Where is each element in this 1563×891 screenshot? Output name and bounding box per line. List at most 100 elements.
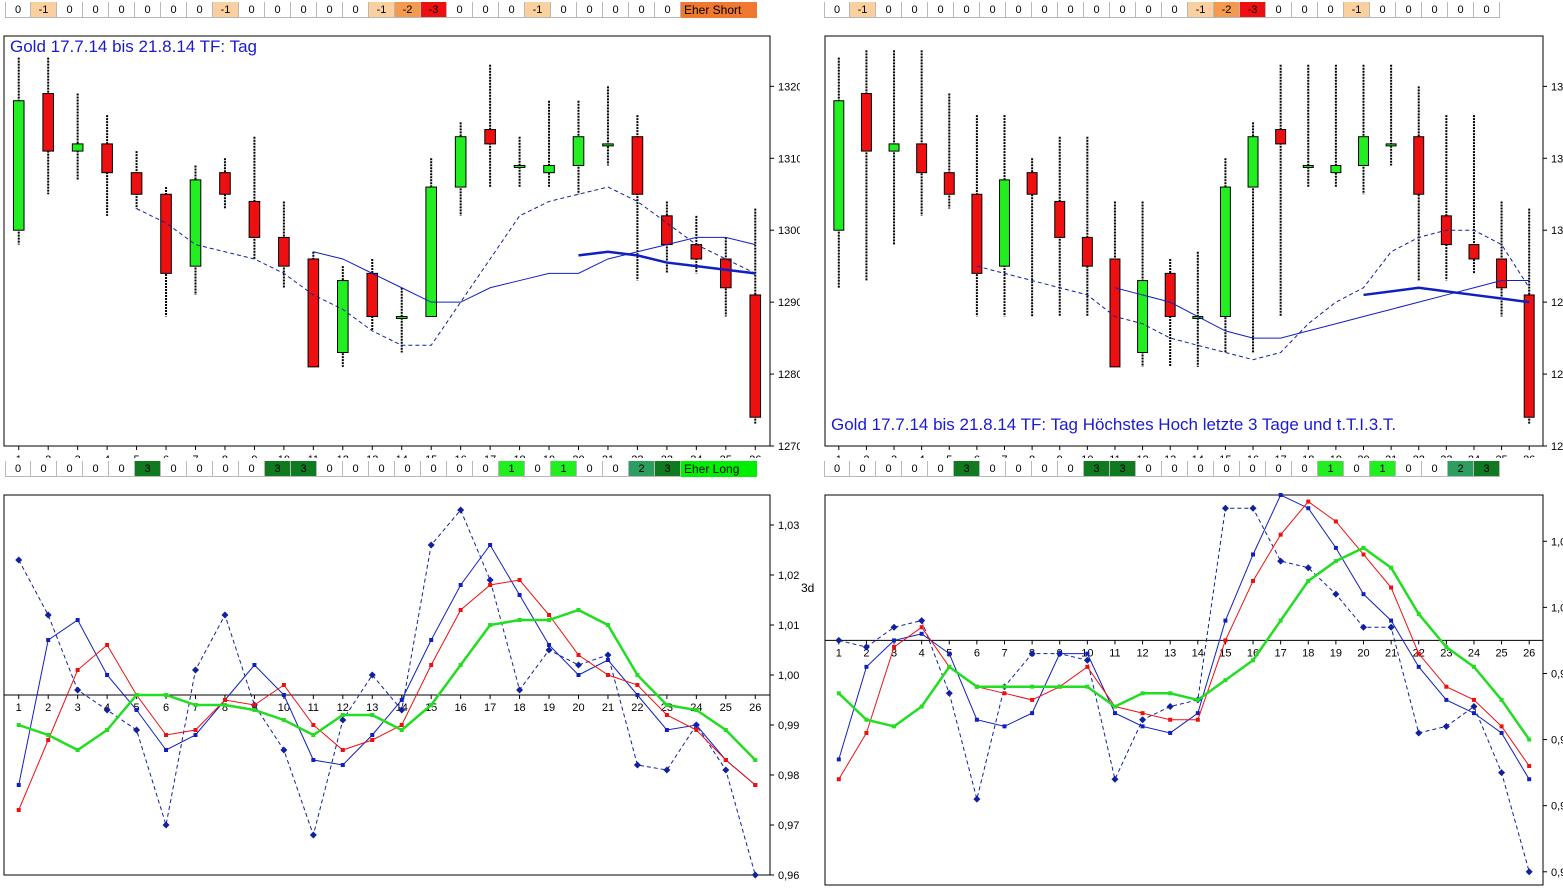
- y-tick-label: 1290: [778, 297, 800, 309]
- signal-cell: 0: [603, 461, 629, 477]
- x-tick-label: 14: [1192, 647, 1204, 659]
- series-point-3: [1002, 684, 1007, 689]
- series-point-3: [16, 723, 21, 727]
- candle-body: [943, 172, 955, 195]
- series-point-2: [1333, 519, 1338, 524]
- signal-row-mid-right: 00000300003300000001010023: [824, 461, 1500, 478]
- signal-cell: 0: [317, 461, 343, 477]
- candle-chart-left: 1270128012901300131013201234567891011121…: [3, 35, 800, 458]
- candle-body: [42, 93, 54, 152]
- y-tick-label: 1290: [1551, 297, 1563, 309]
- x-tick-label: 7: [1001, 454, 1007, 458]
- signal-cell: 0: [629, 2, 655, 18]
- x-tick-label: 4: [104, 454, 110, 458]
- candle-body: [749, 294, 762, 418]
- series-point-2: [1223, 638, 1228, 643]
- x-tick-label: 13: [366, 702, 378, 714]
- candle-body: [1026, 172, 1038, 195]
- candle-body: [513, 164, 526, 168]
- series-point-3: [517, 618, 522, 622]
- signal-cell: 0: [291, 2, 317, 18]
- series-point-3: [892, 724, 897, 729]
- x-tick-label: 26: [749, 454, 761, 458]
- series-point-1: [1499, 730, 1504, 735]
- candle-body: [1219, 186, 1231, 318]
- candle-body: [307, 258, 320, 368]
- candle-body: [1413, 136, 1425, 195]
- series-point-3: [1112, 704, 1117, 709]
- series-point-3: [370, 713, 375, 717]
- candle-body: [71, 143, 84, 152]
- signal-cell: 0: [1266, 461, 1292, 477]
- candle-body: [1330, 164, 1342, 174]
- x-tick-label: 11: [1109, 647, 1120, 659]
- x-tick-label: 25: [720, 454, 732, 458]
- x-tick-label: 25: [1495, 647, 1507, 659]
- x-tick-label: 26: [1523, 454, 1535, 458]
- y-tick-label: 0,962: [778, 870, 800, 882]
- x-tick-label: 20: [572, 702, 584, 714]
- signal-cell: 0: [1422, 2, 1448, 18]
- series-point-2: [252, 703, 257, 707]
- series-point-2: [311, 723, 316, 727]
- x-tick-label: 2: [863, 454, 869, 458]
- signal-cell: 0: [473, 2, 499, 18]
- x-tick-label: 12: [337, 702, 349, 714]
- series-point-1: [1306, 506, 1311, 511]
- x-tick-label: 10: [1081, 454, 1093, 458]
- series-point-2: [46, 738, 51, 742]
- signal-cell: 2: [1448, 461, 1474, 477]
- y-tick-label: 1280: [1551, 369, 1563, 381]
- series-point-2: [193, 728, 198, 732]
- series-point-2: [576, 653, 581, 657]
- signal-cell: -1: [369, 2, 395, 18]
- x-tick-label: 1: [836, 647, 842, 659]
- signal-cell: -2: [1214, 2, 1240, 18]
- signal-cell: 3: [265, 461, 291, 477]
- signal-cell: 1: [1370, 461, 1396, 477]
- signal-cell: 0: [447, 2, 473, 18]
- signal-cell: 0: [161, 2, 187, 18]
- series-point-1: [1030, 711, 1035, 716]
- signal-cell: 0: [928, 2, 954, 18]
- signal-cell: 0: [447, 461, 473, 477]
- series-point-3: [664, 703, 669, 707]
- series-point-2: [1306, 499, 1311, 504]
- series-point-2: [340, 748, 345, 752]
- x-tick-label: 15: [1219, 454, 1231, 458]
- x-tick-label: 9: [251, 454, 257, 458]
- series-point-3: [1389, 565, 1394, 570]
- signal-cell: 0: [1058, 2, 1084, 18]
- x-tick-label: 7: [192, 454, 198, 458]
- series-point-1: [311, 758, 316, 762]
- series-point-2: [694, 728, 699, 732]
- signal-label: Eher Long: [681, 461, 757, 477]
- series-point-2: [75, 668, 80, 672]
- signal-cell: 0: [317, 2, 343, 18]
- series-point-3: [458, 663, 463, 667]
- series-point-3: [1361, 545, 1366, 550]
- x-tick-label: 7: [1001, 647, 1007, 659]
- signal-cell: 3: [135, 461, 161, 477]
- x-tick-label: 22: [1413, 454, 1425, 458]
- candle-body: [602, 143, 614, 147]
- x-tick-label: 25: [720, 702, 732, 714]
- signal-cell: -1: [1188, 2, 1214, 18]
- signal-cell: 0: [655, 2, 681, 18]
- x-tick-label: 21: [602, 454, 614, 458]
- series-point-3: [75, 748, 80, 752]
- x-tick-label: 19: [1330, 454, 1342, 458]
- signal-cell: 0: [83, 2, 109, 18]
- plot-frame: [3, 494, 771, 876]
- x-tick-label: 2: [45, 702, 51, 714]
- series-point-1: [1471, 711, 1476, 716]
- candle-body: [12, 100, 25, 231]
- signal-cell: 0: [1084, 2, 1110, 18]
- series-point-2: [753, 783, 758, 787]
- x-tick-label: 19: [543, 702, 555, 714]
- series-point-3: [1499, 697, 1504, 702]
- candle-body: [337, 280, 349, 353]
- signal-cell: -1: [1344, 2, 1370, 18]
- signal-cell: 0: [1136, 461, 1162, 477]
- series-point-2: [1085, 664, 1090, 669]
